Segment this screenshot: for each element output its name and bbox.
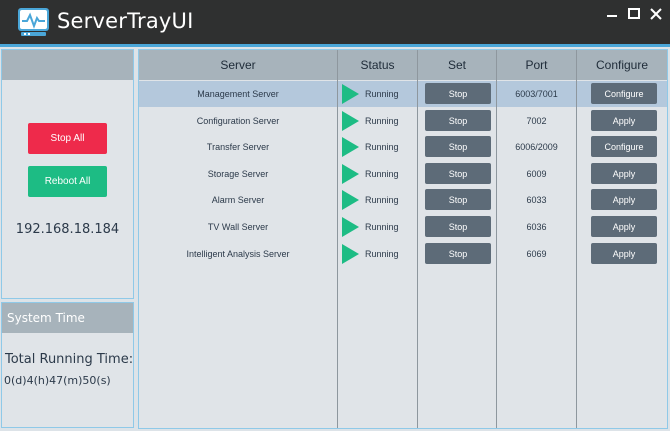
total-running-time-value: 0(d)4(h)47(m)50(s) [4, 374, 111, 387]
status-text: Running [365, 249, 399, 259]
stop-button[interactable]: Stop [425, 83, 491, 104]
stop-all-button[interactable]: Stop All [28, 123, 107, 154]
server-name: Transfer Server [206, 142, 270, 152]
table-row[interactable]: TV Wall Server Running Stop 6036 Apply [139, 214, 667, 240]
table-row[interactable]: Storage Server Running Stop 6009 Apply [139, 161, 667, 187]
port-value: 6036 [526, 222, 547, 232]
column-header-set: Set [447, 58, 466, 72]
column-divider [417, 50, 418, 428]
column-header-port: Port [525, 58, 548, 72]
play-icon [342, 190, 359, 210]
column-divider [576, 50, 577, 428]
table-row[interactable]: Transfer Server Running Stop 6006/2009 C… [139, 134, 667, 160]
server-table: Server Status Set Port Configure Managem… [138, 49, 668, 429]
stop-button[interactable]: Stop [425, 136, 491, 157]
play-icon [342, 164, 359, 184]
table-header: Server Status Set Port Configure [139, 50, 667, 80]
server-name: Management Server [197, 89, 279, 99]
reboot-all-button[interactable]: Reboot All [28, 166, 107, 197]
status-text: Running [365, 142, 399, 152]
stop-button[interactable]: Stop [425, 110, 491, 131]
total-running-time-label: Total Running Time: [5, 352, 134, 367]
table-row[interactable]: Intelligent Analysis Server Running Stop… [139, 241, 667, 267]
column-header-status: Status [360, 58, 395, 72]
server-name: Configuration Server [196, 116, 280, 126]
stop-button[interactable]: Stop [425, 163, 491, 184]
apply-button[interactable]: Apply [591, 243, 657, 264]
table-row[interactable]: Alarm Server Running Stop 6033 Apply [139, 187, 667, 213]
play-icon [342, 244, 359, 264]
server-name: TV Wall Server [207, 222, 269, 232]
column-divider [337, 50, 338, 428]
maximize-icon[interactable] [625, 5, 643, 23]
port-value: 6009 [526, 169, 547, 179]
port-value: 6069 [526, 249, 547, 259]
status-text: Running [365, 116, 399, 126]
port-value: 6006/2009 [515, 142, 558, 152]
apply-button[interactable]: Apply [591, 216, 657, 237]
column-divider [496, 50, 497, 428]
status-text: Running [365, 222, 399, 232]
status-text: Running [365, 89, 399, 99]
column-header-server: Server [220, 58, 256, 72]
control-panel-header [2, 50, 133, 80]
port-value: 7002 [526, 116, 547, 126]
table-row[interactable]: Management Server Running Stop 6003/7001… [139, 81, 667, 107]
system-time-title: System Time [7, 311, 85, 325]
apply-button[interactable]: Apply [591, 163, 657, 184]
column-header-configure: Configure [595, 58, 649, 72]
monitor-icon [18, 8, 49, 36]
app-title: ServerTrayUI [57, 9, 194, 33]
configure-button[interactable]: Configure [591, 83, 657, 104]
accent-strip [0, 44, 670, 47]
table-row[interactable]: Configuration Server Running Stop 7002 A… [139, 108, 667, 134]
close-icon[interactable] [647, 5, 665, 23]
status-text: Running [365, 195, 399, 205]
play-icon [342, 137, 359, 157]
stop-button[interactable]: Stop [425, 243, 491, 264]
play-icon [342, 84, 359, 104]
ip-address: 192.168.18.184 [15, 222, 120, 237]
apply-button[interactable]: Apply [591, 189, 657, 210]
status-text: Running [365, 169, 399, 179]
port-value: 6033 [526, 195, 547, 205]
play-icon [342, 217, 359, 237]
server-name: Intelligent Analysis Server [186, 249, 290, 259]
play-icon [342, 111, 359, 131]
system-time-header: System Time [2, 303, 133, 333]
system-time-panel: System Time Total Running Time: 0(d)4(h)… [1, 302, 134, 428]
apply-button[interactable]: Apply [591, 110, 657, 131]
server-name: Alarm Server [211, 195, 265, 205]
stop-button[interactable]: Stop [425, 189, 491, 210]
stop-button[interactable]: Stop [425, 216, 491, 237]
port-value: 6003/7001 [515, 89, 558, 99]
server-name: Storage Server [207, 169, 269, 179]
configure-button[interactable]: Configure [591, 136, 657, 157]
minimize-icon[interactable] [603, 5, 621, 23]
control-panel: Stop All Reboot All 192.168.18.184 [1, 49, 134, 299]
title-bar: ServerTrayUI [0, 0, 670, 44]
